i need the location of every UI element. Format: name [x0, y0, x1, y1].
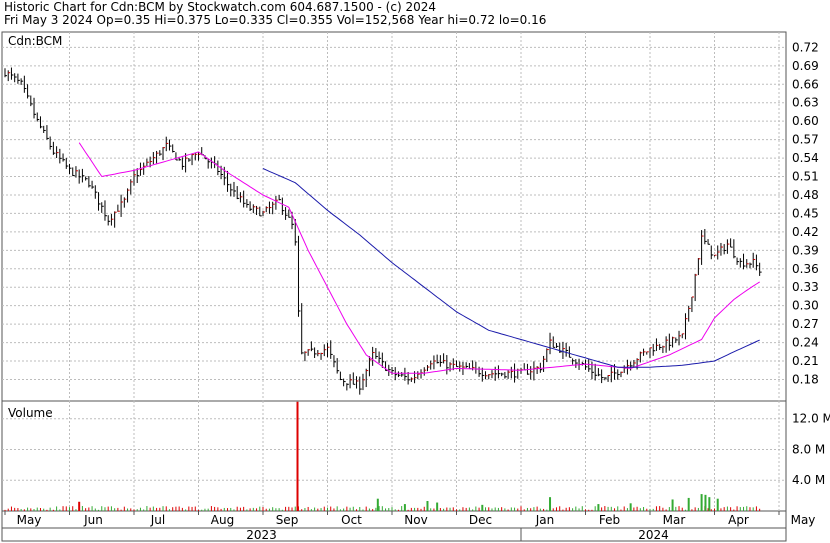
- volume-spike-bar: [296, 401, 299, 511]
- price-tick-label: 0.57: [792, 133, 819, 147]
- price-tick-label: 0.21: [792, 354, 819, 368]
- volume-panel: [1, 400, 787, 512]
- volume-spike-bar: [426, 501, 429, 511]
- month-label: Nov: [404, 513, 427, 527]
- volume-spike-bar: [436, 502, 439, 511]
- month-label: Dec: [469, 513, 492, 527]
- month-label: May: [17, 513, 42, 527]
- volume-chart-title: Volume: [8, 406, 53, 420]
- volume-tick-label: 4.0 M: [792, 473, 825, 487]
- month-label: Mar: [663, 513, 686, 527]
- month-label: Oct: [341, 513, 362, 527]
- price-tick-label: 0.36: [792, 262, 819, 276]
- month-label: May: [791, 513, 816, 527]
- month-label: Sep: [276, 513, 299, 527]
- volume-spike-bar: [708, 497, 711, 511]
- volume-spike-bar: [376, 498, 379, 511]
- volume-spike-bar: [671, 499, 674, 511]
- price-tick-label: 0.48: [792, 188, 819, 202]
- volume-spike-bar: [700, 494, 703, 511]
- price-chart-title: Cdn:BCM: [8, 34, 62, 48]
- price-tick-label: 0.66: [792, 77, 819, 91]
- month-label: Jan: [535, 513, 555, 527]
- volume-spike-bar: [704, 494, 707, 511]
- price-tick-label: 0.30: [792, 299, 819, 313]
- price-tick-label: 0.42: [792, 225, 819, 239]
- volume-spike-bar: [481, 504, 484, 511]
- price-tick-label: 0.69: [792, 59, 819, 73]
- volume-spike-bar: [716, 498, 719, 511]
- price-tick-label: 0.27: [792, 317, 819, 331]
- year-label: 2023: [246, 528, 277, 542]
- price-tick-label: 0.45: [792, 206, 819, 220]
- month-label: Feb: [599, 513, 620, 527]
- month-label: Jul: [150, 513, 165, 527]
- price-tick-label: 0.33: [792, 280, 819, 294]
- month-label: Jun: [83, 513, 103, 527]
- volume-spike-bar: [78, 501, 81, 511]
- price-tick-label: 0.18: [792, 372, 819, 386]
- historic-chart: Cdn:BCM Volume 0.72 0.69 0.66 0.63 0.60 0.57 0…: [1, 31, 830, 542]
- price-tick-label: 0.39: [792, 243, 819, 257]
- price-tick-label: 0.60: [792, 114, 819, 128]
- price-panel: [1, 31, 787, 402]
- price-tick-label: 0.63: [792, 96, 819, 110]
- volume-spike-bar: [403, 504, 406, 511]
- volume-tick-label: 12.0 M: [792, 412, 830, 426]
- volume-spike-bar: [629, 503, 632, 511]
- month-label: Aug: [211, 513, 234, 527]
- price-tick-label: 0.51: [792, 170, 819, 184]
- year-label: 2024: [638, 528, 669, 542]
- price-tick-label: 0.24: [792, 336, 819, 350]
- price-tick-label: 0.72: [792, 40, 819, 54]
- volume-spike-bar: [549, 497, 552, 511]
- volume-spike-bar: [687, 497, 690, 511]
- month-label: Apr: [728, 513, 749, 527]
- price-tick-label: 0.54: [792, 151, 819, 165]
- volume-tick-label: 8.0 M: [792, 442, 825, 456]
- volume-spike-bar: [597, 504, 600, 511]
